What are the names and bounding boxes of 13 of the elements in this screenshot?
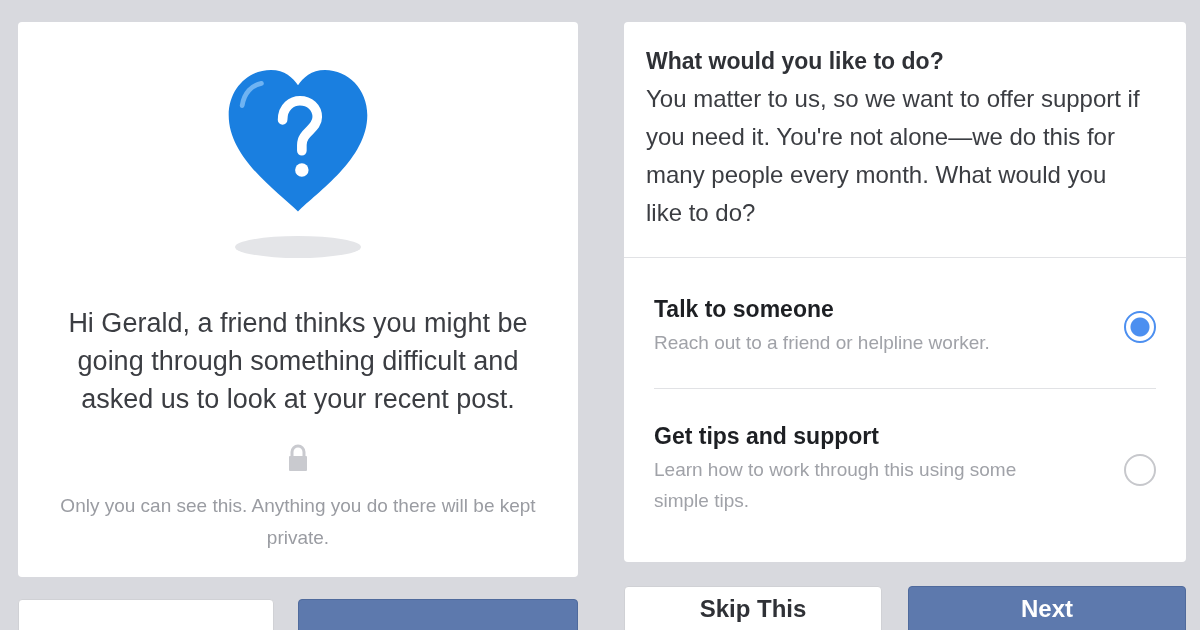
primary-button[interactable]: Next: [908, 586, 1186, 630]
radio-button[interactable]: [1124, 311, 1156, 343]
option-description: Learn how to work through this using some simple tips.: [654, 458, 1018, 513]
message-text: Hi Gerald, a friend thinks you might be going through something difficult and asked us to look at your recent post.: [67, 307, 529, 416]
option-title: Get tips and support: [654, 423, 880, 450]
lock-icon: [286, 444, 310, 472]
question-heading: What would you like to do?: [646, 47, 945, 76]
support-message: You matter to us, so we want to offer support if you need it. You're not alone—we do this for many people every month. What would you like to do?: [646, 84, 1141, 228]
option-description: Reach out to a friend or helpline worker.: [654, 331, 991, 355]
secondary-button[interactable]: Skip This: [624, 586, 882, 630]
option-title: Talk to someone: [654, 296, 835, 323]
radio-button[interactable]: [1124, 453, 1156, 486]
privacy-note: Only you can see this. Anything you do there will be kept private.: [59, 494, 537, 550]
